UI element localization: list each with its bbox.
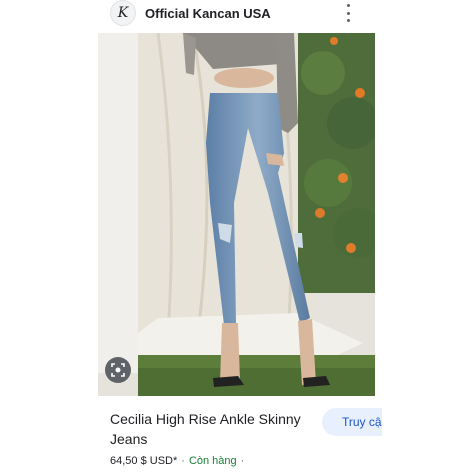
stock-status: Còn hàng	[188, 455, 237, 467]
seller-logo[interactable]: K	[110, 0, 136, 26]
product-title[interactable]: Cecilia High Rise Ankle Skinny Jeans	[110, 409, 320, 449]
lens-icon[interactable]	[105, 357, 131, 383]
visit-button-label: Truy cập	[342, 415, 382, 429]
more-vert-icon[interactable]	[341, 4, 355, 22]
visit-button[interactable]: Truy cập	[322, 408, 382, 436]
price: 64,50 $ USD*	[110, 455, 178, 467]
product-photo	[98, 33, 375, 396]
separator-dot: ·	[240, 455, 245, 467]
price-row: 64,50 $ USD* · Còn hàng ·	[110, 455, 248, 467]
product-title-line2: Jeans	[110, 431, 148, 447]
product-image[interactable]	[98, 33, 375, 396]
separator-dot: ·	[181, 455, 185, 467]
product-title-line1: Cecilia High Rise Ankle Skinny	[110, 411, 301, 427]
lens-glyph	[111, 363, 125, 377]
seller-name[interactable]: Official Kancan USA	[145, 6, 271, 21]
seller-header: K Official Kancan USA	[0, 0, 472, 28]
